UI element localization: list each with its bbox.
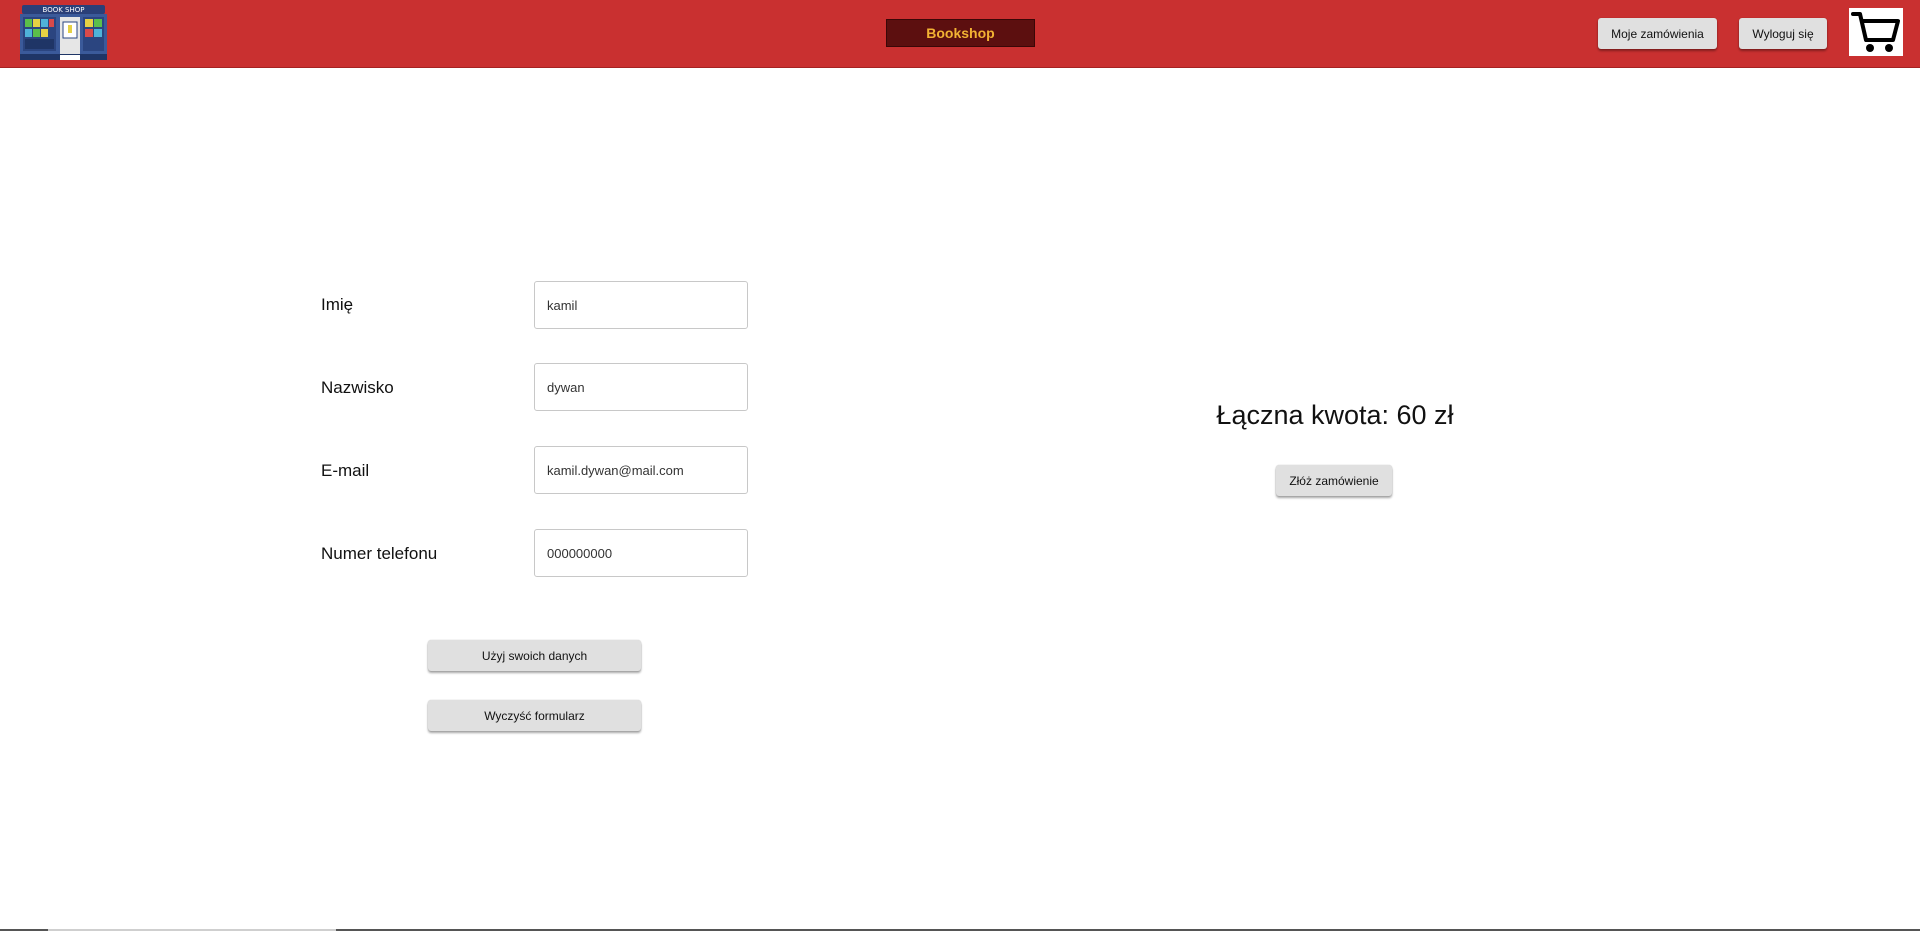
email-input[interactable] [534, 446, 748, 494]
scrollbar-thumb[interactable] [48, 929, 336, 931]
top-navbar: BOOK SHOP Bookshop Moje zamówienia Wylog… [0, 0, 1920, 68]
phone-label: Numer telefonu [321, 544, 438, 563]
last-name-input[interactable] [534, 363, 748, 411]
brand-title[interactable]: Bookshop [886, 19, 1035, 47]
brand-title-text: Bookshop [926, 25, 995, 41]
first-name-input[interactable] [534, 281, 748, 329]
cart-icon [1851, 12, 1900, 52]
my-orders-button[interactable]: Moje zamówienia [1598, 18, 1717, 49]
bookshop-logo[interactable]: BOOK SHOP [18, 4, 109, 60]
use-my-data-button[interactable]: Użyj swoich danych [428, 640, 641, 671]
last-name-label: Nazwisko [321, 378, 394, 397]
svg-text:BOOK SHOP: BOOK SHOP [43, 6, 85, 14]
clear-form-button[interactable]: Wyczyść formularz [428, 700, 641, 731]
bottom-scrollbar[interactable] [0, 929, 1920, 931]
email-label: E-mail [321, 461, 370, 480]
phone-input[interactable] [534, 529, 748, 577]
order-total: Łączna kwota: 60 zł [1216, 400, 1454, 430]
cart-button[interactable] [1849, 8, 1903, 56]
logout-button[interactable]: Wyloguj się [1739, 18, 1827, 49]
place-order-button[interactable]: Złóż zamówienie [1276, 465, 1392, 496]
first-name-label: Imię [321, 295, 354, 314]
